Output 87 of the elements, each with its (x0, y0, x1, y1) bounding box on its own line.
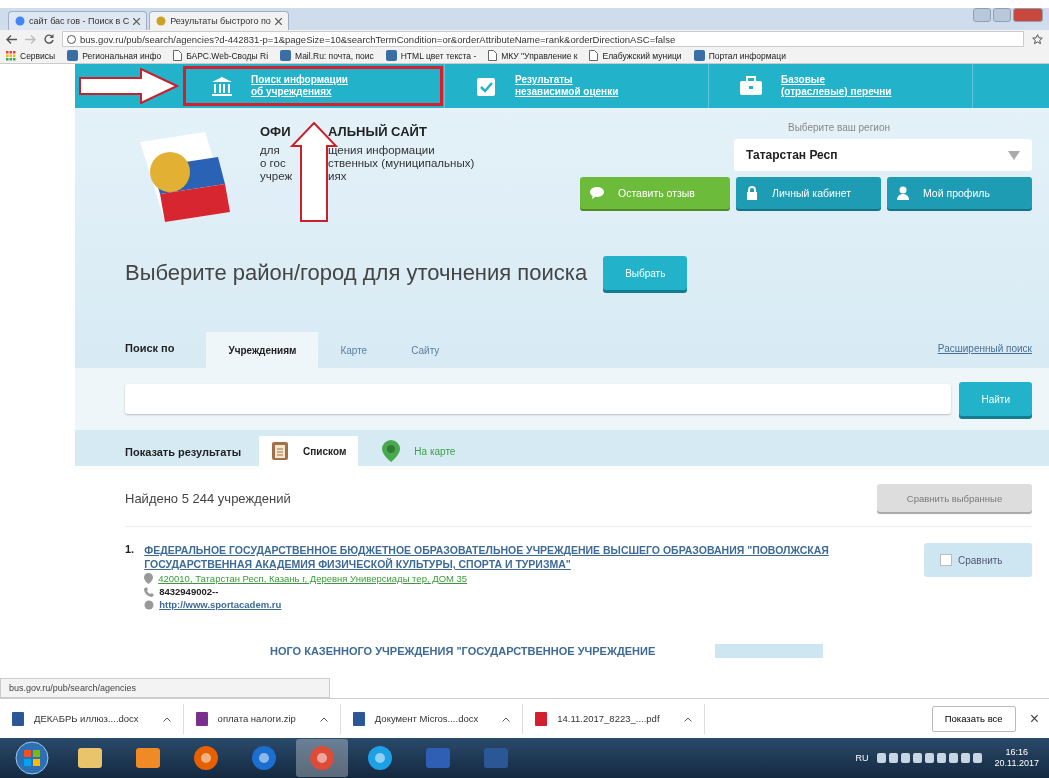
site-icon (385, 50, 397, 61)
search-tab[interactable]: Карте (318, 332, 390, 368)
clipboard-check-icon (475, 75, 497, 97)
browser-tab[interactable]: Результаты быстрого по (149, 11, 289, 30)
site-icon (67, 50, 79, 61)
site-icon (693, 50, 705, 61)
caret-icon[interactable] (683, 717, 692, 722)
phone-icon (144, 586, 155, 597)
user-icon (897, 186, 909, 200)
browser-icon (309, 745, 335, 771)
status-url: bus.gov.ru/pub/search/agencies (0, 678, 330, 698)
back-icon[interactable] (6, 34, 17, 44)
result-title-link[interactable]: НОГО КАЗЕННОГО УЧРЕЖДЕНИЯ "ГОСУДАРСТВЕННОЕ УЧРЕЖДЕНИЕ (270, 645, 656, 657)
search-tab[interactable]: Сайту (389, 332, 462, 368)
dropdown-caret-icon (1008, 150, 1020, 160)
show-all-button[interactable]: Показать все (931, 705, 1016, 732)
bookmark[interactable]: Сервисы (6, 50, 56, 61)
site-subtitle: учреж (260, 170, 294, 183)
file-icon (12, 711, 24, 726)
star-icon[interactable] (1032, 33, 1043, 45)
site-title: ОФИ (260, 123, 292, 141)
close-button[interactable]: × (1023, 708, 1045, 729)
view-toggle[interactable]: Списком (259, 436, 359, 466)
compare-button[interactable]: Сравнить (924, 543, 1032, 577)
results-count: Найдено 5 244 учреждений (125, 490, 291, 506)
site-subtitle: о гос (260, 157, 287, 170)
advanced-search-link[interactable]: Расширенный поиск (937, 343, 1032, 368)
download-item[interactable]: ДЕКАБРЬ иллюз....docx (0, 703, 184, 734)
website-link[interactable]: http://www.sportacadem.ru (159, 599, 282, 610)
search-by-label: Поиск по (125, 342, 176, 356)
speech-bubble-icon (590, 187, 604, 199)
address-link[interactable]: 420010, Татарстан Респ, Казань г, Деревня Универсиады тер, ДОМ 35 (158, 573, 468, 584)
bookmark[interactable]: Региональная инфо (67, 50, 162, 61)
checkbox[interactable] (940, 554, 952, 566)
url-text: bus.gov.ru/pub/search/agencies?d-442831-p=1&pageSize=10&searchTermCondition=or&orderAttributeName=rank&orderDirectionASC=false (80, 33, 676, 45)
search-tab[interactable]: Учреждениям (206, 332, 319, 368)
download-item[interactable]: оплата налоги.zip (183, 703, 341, 734)
bookmark[interactable]: Портал информаци (693, 50, 786, 61)
bookmark[interactable]: Елабужский муници (589, 50, 682, 61)
result-title-link[interactable]: ФЕДЕРАЛЬНОЕ ГОСУДАРСТВЕННОЕ БЮДЖЕТНОЕ ОБРАЗОВАТЕЛЬНОЕ УЧРЕЖДЕНИЕ ВЫСШЕГО ОБРАЗОВАНИЯ "ПОВОЛЖСКАЯ ГОСУДАРСТВЕННАЯ АКАДЕМИЯ ФИЗИЧЕСКОЙ КУЛЬТУРЫ, СПОРТА И ТУРИЗМА" (144, 543, 914, 571)
result-number: 1. (125, 543, 135, 557)
region-select[interactable]: Татарстан Респ (734, 139, 1032, 171)
clock[interactable]: 16:16 20.11.2017 (994, 747, 1039, 769)
building-icon (211, 76, 233, 96)
site-icon (280, 50, 292, 61)
file-icon (195, 711, 208, 726)
document-list-icon (271, 441, 290, 461)
bookmark[interactable]: HTML цвет текста - (385, 50, 477, 61)
favicon-icon (15, 16, 25, 26)
region-label: Выберите ваш регион (788, 122, 890, 133)
page-icon (173, 50, 183, 61)
bookmark[interactable]: МКУ "Управление к (488, 50, 578, 61)
site-subtitle: щения информации (328, 144, 436, 157)
location-pin-icon (144, 573, 154, 584)
map-pin-icon (382, 440, 401, 462)
district-heading: Выберите район/город для уточнения поиска (125, 260, 588, 286)
site-title: АЛЬНЫЙ САЙТ (328, 123, 428, 141)
site-subtitle: иях (328, 170, 348, 183)
download-item[interactable]: Документ Micros....docx (340, 703, 524, 734)
page-icon (488, 50, 498, 61)
site-subtitle: ственных (муниципальных) (328, 157, 476, 170)
search-field[interactable] (125, 384, 952, 414)
close-icon[interactable] (133, 17, 141, 25)
caret-icon[interactable] (502, 717, 511, 722)
show-results-label: Показать результаты (125, 446, 242, 460)
close-icon[interactable] (274, 17, 282, 25)
apps-grid-icon (6, 50, 16, 61)
lock-icon (746, 186, 758, 200)
download-item[interactable]: 14.11.2017_8223_....pdf (523, 703, 705, 734)
bookmark[interactable]: Mail.Ru: почта, поис (280, 50, 374, 61)
browser-icon (367, 745, 393, 771)
file-icon (352, 711, 365, 726)
site-subtitle: для (260, 144, 281, 157)
phone-number: 8432949002-- (159, 586, 219, 597)
briefcase-icon (739, 76, 763, 96)
bookmark[interactable]: БАРС.Web-Своды Ri (173, 50, 269, 61)
browser-icon (193, 745, 219, 771)
reload-icon[interactable] (44, 34, 54, 44)
address-field[interactable]: bus.gov.ru/pub/search/agencies?d-442831-p=1&pageSize=10&searchTermCondition=or&orderAttributeName=rank&orderDirectionASC=false (62, 31, 1024, 47)
caret-icon[interactable] (162, 717, 171, 722)
start-orb-icon (15, 741, 49, 775)
browser-tab[interactable]: сайт бас гов - Поиск в С (8, 11, 148, 30)
page-icon (589, 50, 599, 61)
file-icon (535, 711, 548, 726)
caret-icon[interactable] (319, 717, 328, 722)
favicon-icon (156, 16, 167, 26)
language-indicator[interactable]: RU (855, 753, 869, 763)
